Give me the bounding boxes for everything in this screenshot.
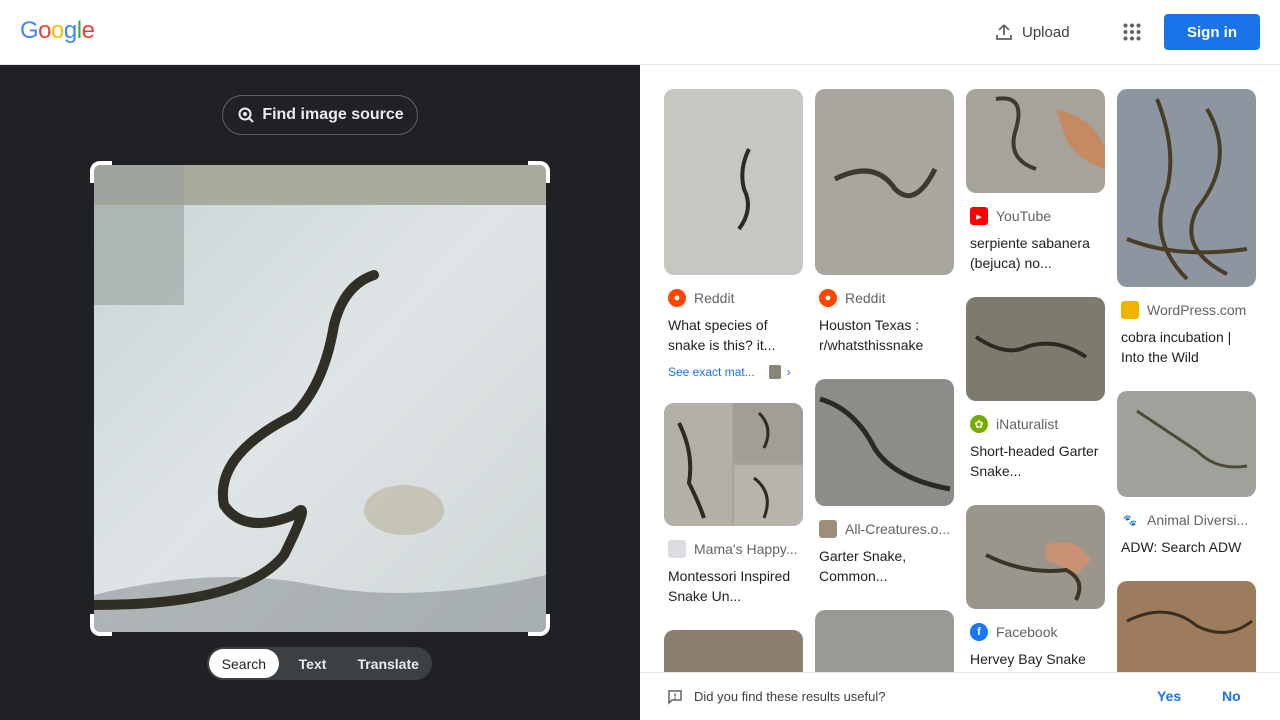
result-card[interactable]: ● Reddit What species of snake is this? …: [664, 89, 803, 379]
lens-search-icon: [238, 107, 255, 123]
source-name: All-Creatures.o...: [845, 521, 951, 537]
result-source: All-Creatures.o...: [815, 520, 954, 538]
result-card[interactable]: WordPress.com cobra incubation | Into th…: [1117, 89, 1256, 367]
lens-mode-tabs: Search Text Translate: [207, 647, 432, 680]
result-card[interactable]: ✿ iNaturalist Short-headed Garter Snake.…: [966, 297, 1105, 481]
crop-handle-bottom-left[interactable]: [90, 614, 112, 636]
find-source-label: Find image source: [262, 106, 404, 123]
result-title[interactable]: Houston Texas : r/whatsthissnake: [815, 315, 954, 355]
source-name: Reddit: [694, 290, 735, 306]
result-source: ✿ iNaturalist: [966, 415, 1105, 433]
reddit-icon: ●: [819, 289, 837, 307]
result-thumbnail[interactable]: [815, 379, 954, 506]
result-title[interactable]: ADW: Search ADW: [1117, 537, 1256, 557]
see-exact-matches-link[interactable]: See exact mat... ›: [664, 365, 803, 379]
source-name: iNaturalist: [996, 416, 1059, 432]
result-source: ▸ YouTube: [966, 207, 1105, 225]
result-title[interactable]: serpiente sabanera (bejuca) no...: [966, 233, 1105, 273]
feedback-bar: Did you find these results useful? Yes N…: [640, 672, 1280, 720]
result-thumbnail[interactable]: [815, 89, 954, 275]
results-column: ▸ YouTube serpiente sabanera (bejuca) no…: [966, 89, 1105, 672]
paw-print-icon: 🐾: [1121, 511, 1139, 529]
exact-match-label: See exact mat...: [668, 365, 755, 379]
crop-handle-bottom-right[interactable]: [528, 614, 550, 636]
result-card[interactable]: 🐾 Animal Diversi... ADW: Search ADW: [1117, 391, 1256, 557]
site-icon: [819, 520, 837, 538]
feedback-question: Did you find these results useful?: [694, 689, 886, 704]
result-thumbnail[interactable]: [1117, 581, 1256, 672]
result-card[interactable]: All-Creatures.o... Garter Snake, Common.…: [815, 379, 954, 586]
result-card[interactable]: ▸ YouTube serpiente sabanera (bejuca) no…: [966, 89, 1105, 273]
logo-letter: g: [63, 17, 77, 44]
feedback-yes-button[interactable]: Yes: [1157, 688, 1181, 704]
sign-in-button[interactable]: Sign in: [1164, 14, 1260, 50]
apps-grid-icon: [1123, 23, 1141, 41]
logo-letter: o: [38, 17, 52, 44]
result-title[interactable]: Short-headed Garter Snake...: [966, 441, 1105, 481]
result-thumbnail[interactable]: [664, 89, 803, 275]
source-name: Facebook: [996, 624, 1058, 640]
result-title[interactable]: What species of snake is this? it...: [664, 315, 803, 355]
logo-letter: G: [20, 17, 39, 44]
result-card[interactable]: f Facebook Hervey Bay Snake Catchers: [966, 505, 1105, 672]
tab-translate[interactable]: Translate: [346, 649, 430, 678]
result-thumbnail[interactable]: [664, 630, 803, 672]
query-photo: [94, 165, 546, 632]
result-source: 🐾 Animal Diversi...: [1117, 511, 1256, 529]
result-thumbnail[interactable]: [815, 610, 954, 672]
result-source: ● Reddit: [664, 289, 803, 307]
google-logo[interactable]: Google: [20, 17, 95, 45]
reddit-icon: ●: [668, 289, 686, 307]
feedback-no-button[interactable]: No: [1222, 688, 1241, 704]
result-thumbnail[interactable]: [966, 89, 1105, 193]
result-thumbnail[interactable]: [1117, 391, 1256, 497]
result-source: ● Reddit: [815, 289, 954, 307]
upload-icon: [996, 24, 1012, 40]
results-column: WordPress.com cobra incubation | Into th…: [1117, 89, 1256, 672]
tab-text[interactable]: Text: [279, 649, 347, 678]
crop-handle-top-left[interactable]: [90, 161, 112, 183]
logo-letter: e: [81, 17, 95, 44]
result-title[interactable]: Hervey Bay Snake Catchers: [966, 649, 1105, 672]
results-column: ● Reddit What species of snake is this? …: [664, 89, 803, 672]
top-bar: Google Upload Sign in: [0, 0, 1280, 65]
result-card[interactable]: ● Reddit Houston Texas : r/whatsthissnak…: [815, 89, 954, 355]
chevron-right-icon: ›: [786, 365, 791, 379]
result-thumbnail[interactable]: [966, 505, 1105, 609]
source-name: Animal Diversi...: [1147, 512, 1249, 528]
result-thumbnail[interactable]: [1117, 89, 1256, 287]
site-icon: [668, 540, 686, 558]
result-thumbnail[interactable]: [664, 403, 803, 526]
inaturalist-icon: ✿: [970, 415, 988, 433]
logo-letter: o: [51, 17, 64, 44]
source-name: WordPress.com: [1147, 302, 1247, 318]
crop-area[interactable]: [90, 161, 550, 636]
wordpress-icon: [1121, 301, 1139, 319]
result-source: f Facebook: [966, 623, 1105, 641]
source-name: Mama's Happy...: [694, 541, 798, 557]
upload-label: Upload: [1022, 23, 1070, 41]
youtube-icon: ▸: [970, 207, 988, 225]
result-title[interactable]: Montessori Inspired Snake Un...: [664, 566, 803, 606]
exact-match-thumbnail: [768, 365, 781, 379]
query-image-pane: Find image source Search Text Translate: [0, 65, 640, 720]
feedback-icon: [668, 690, 682, 705]
find-image-source-button[interactable]: Find image source: [222, 95, 418, 135]
facebook-icon: f: [970, 623, 988, 641]
tab-search[interactable]: Search: [209, 649, 279, 678]
result-thumbnail[interactable]: [966, 297, 1105, 401]
source-name: YouTube: [996, 208, 1052, 224]
result-source: WordPress.com: [1117, 301, 1256, 319]
visual-matches-grid: ● Reddit What species of snake is this? …: [640, 65, 1280, 672]
result-source: Mama's Happy...: [664, 540, 803, 558]
apps-button[interactable]: [1116, 16, 1148, 48]
results-column: ● Reddit Houston Texas : r/whatsthissnak…: [815, 89, 954, 672]
result-card[interactable]: Mama's Happy... Montessori Inspired Snak…: [664, 403, 803, 606]
source-name: Reddit: [845, 290, 886, 306]
crop-handle-top-right[interactable]: [528, 161, 550, 183]
result-title[interactable]: cobra incubation | Into the Wild: [1117, 327, 1256, 367]
upload-button[interactable]: Upload: [984, 14, 1076, 50]
result-title[interactable]: Garter Snake, Common...: [815, 546, 954, 586]
